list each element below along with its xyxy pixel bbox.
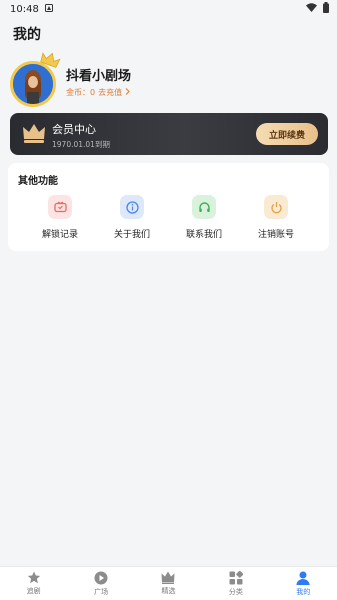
tab-label: 广场 <box>94 587 109 596</box>
feature-delete-account[interactable]: 注销账号 <box>246 195 306 243</box>
feature-label: 解锁记录 <box>41 230 78 240</box>
power-icon <box>264 195 288 219</box>
star-icon <box>9 571 59 584</box>
feature-contact-us[interactable]: 联系我们 <box>174 195 234 243</box>
vip-expiry: 1970.01.01到期 <box>52 140 110 149</box>
tab-label: 分类 <box>228 587 243 596</box>
tab-mine[interactable]: 我的 <box>278 571 328 597</box>
chevron-right-icon <box>125 88 130 97</box>
feature-label: 注销账号 <box>257 230 294 240</box>
status-time: 10:48 <box>10 3 39 15</box>
user-icon <box>278 571 328 585</box>
feature-unlock-records[interactable]: 解锁记录 <box>30 195 90 243</box>
tab-label: 我的 <box>296 587 311 596</box>
feature-label: 联系我们 <box>185 230 222 240</box>
recharge-link[interactable]: 去充值 <box>98 87 122 98</box>
feature-about-us[interactable]: 关于我们 <box>102 195 162 243</box>
vip-center-card[interactable]: 会员中心 1970.01.01到期 立即续费 <box>10 113 328 155</box>
wifi-icon <box>306 3 317 15</box>
tab-label: 追剧 <box>26 587 41 595</box>
crown-icon <box>40 52 61 68</box>
grid-icon <box>211 570 261 585</box>
crown-icon <box>143 571 193 584</box>
username: 抖看小剧场 <box>66 69 132 84</box>
play-icon <box>76 571 126 585</box>
vip-crown-icon <box>22 122 46 144</box>
tv-icon <box>48 195 72 219</box>
status-bar: 10:48 <box>0 0 337 18</box>
other-features-card: 其他功能 解锁记录 关于我们 联系我们 注销账号 <box>8 163 329 251</box>
coins-label: 金币：0 <box>66 88 96 97</box>
feature-label: 关于我们 <box>113 230 150 240</box>
tab-plaza[interactable]: 广场 <box>76 571 126 597</box>
info-icon <box>120 195 144 219</box>
profile-section: 抖看小剧场 金币：0 去充值 <box>10 52 330 110</box>
renew-button[interactable]: 立即续费 <box>256 123 318 145</box>
tab-featured[interactable]: 精选 <box>143 571 193 596</box>
coin-balance-row[interactable]: 金币：0 去充值 <box>66 87 130 98</box>
headset-icon <box>192 195 216 219</box>
page-title: 我的 <box>13 27 41 43</box>
features-title: 其他功能 <box>18 176 58 187</box>
tab-category[interactable]: 分类 <box>211 570 261 597</box>
vip-title: 会员中心 <box>52 123 96 136</box>
tab-label: 精选 <box>161 587 176 595</box>
bottom-tab-bar: 追剧 广场 精选 分类 我的 <box>0 566 337 600</box>
notification-icon <box>44 3 53 15</box>
tab-follow[interactable]: 追剧 <box>9 571 59 596</box>
battery-icon <box>323 2 329 16</box>
